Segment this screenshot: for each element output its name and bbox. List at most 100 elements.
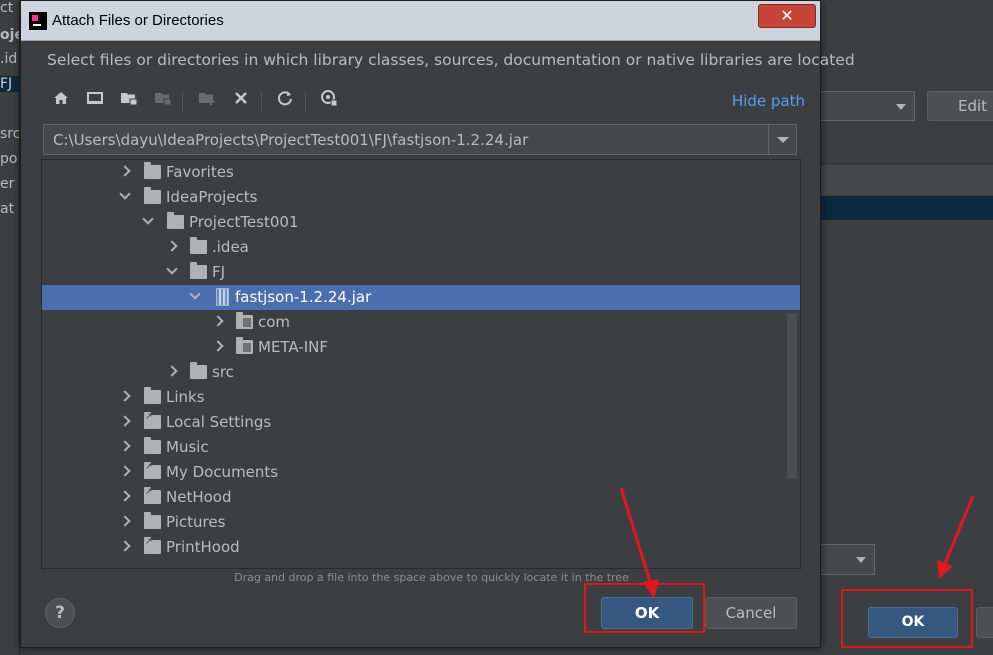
chevron-down-icon[interactable] [166, 266, 178, 278]
tree-row-label: .idea [212, 238, 249, 256]
path-combobox[interactable]: C:\Users\dayu\IdeaProjects\ProjectTest00… [43, 124, 797, 155]
tree-row[interactable]: com [42, 310, 800, 335]
background-cancel-button [976, 607, 993, 638]
file-tree[interactable]: Favorites IdeaProjects ProjectTest001 .i… [41, 159, 801, 569]
tree-row-label: Pictures [166, 513, 226, 531]
bg-fragment: po [0, 151, 18, 167]
bg-fragment: oje [0, 27, 19, 43]
tree-row-label: PrintHood [166, 538, 240, 556]
tree-row[interactable]: Music [42, 435, 800, 460]
tree-row-label: ProjectTest001 [189, 213, 299, 231]
tree-row[interactable]: FJ [42, 260, 800, 285]
chevron-right-icon[interactable] [119, 516, 131, 528]
home-icon[interactable] [49, 89, 73, 113]
folder-link-icon [144, 537, 161, 554]
folder-icon [190, 237, 207, 254]
chevron-right-icon[interactable] [119, 166, 131, 178]
dialog-title: Attach Files or Directories [52, 12, 224, 29]
tree-row[interactable]: Local Settings [42, 410, 800, 435]
tree-row[interactable]: .idea [42, 235, 800, 260]
help-button[interactable]: ? [45, 598, 75, 628]
tree-row-label: com [258, 313, 291, 331]
folder-icon [144, 187, 161, 204]
background-table-header [820, 165, 993, 195]
chevron-right-icon[interactable] [119, 466, 131, 478]
tree-row[interactable]: src [42, 360, 800, 385]
show-hidden-icon[interactable] [317, 89, 341, 113]
desktop-icon[interactable] [83, 89, 107, 113]
chevron-down-icon [896, 104, 906, 110]
background-section [820, 136, 993, 164]
dialog-titlebar[interactable]: Attach Files or Directories ✕ [21, 1, 820, 41]
bg-fragment: src [0, 126, 20, 142]
chevron-right-icon[interactable] [212, 316, 224, 328]
tree-row-label: NetHood [166, 488, 232, 506]
project-folder-icon[interactable] [117, 89, 141, 113]
tree-row-selected[interactable]: fastjson-1.2.24.jar [42, 285, 800, 310]
attach-files-dialog: Attach Files or Directories ✕ Select fil… [20, 0, 855, 648]
path-input[interactable]: C:\Users\dayu\IdeaProjects\ProjectTest00… [53, 131, 528, 149]
module-folder-icon [151, 89, 175, 113]
tree-row[interactable]: PrintHood [42, 535, 800, 560]
chevron-down-icon[interactable] [189, 291, 201, 303]
tree-row[interactable]: Favorites [42, 160, 800, 185]
bg-fragment: at [0, 201, 15, 217]
folder-icon [144, 387, 161, 404]
tree-row[interactable]: Pictures [42, 510, 800, 535]
toolbar-separator [182, 92, 183, 112]
folder-link-icon [144, 462, 161, 479]
chevron-down-icon[interactable] [142, 216, 154, 228]
tree-row[interactable]: ProjectTest001 [42, 210, 800, 235]
bg-fragment: .id [0, 51, 18, 67]
chevron-right-icon[interactable] [119, 416, 131, 428]
folder-icon [190, 262, 207, 279]
file-chooser-toolbar: Hide path [45, 89, 805, 115]
chevron-down-icon [777, 137, 789, 143]
background-selected-row [820, 196, 993, 220]
hide-path-link[interactable]: Hide path [732, 92, 805, 110]
path-dropdown-button[interactable] [768, 125, 796, 154]
tree-row-label: Favorites [166, 163, 234, 181]
intellij-logo-icon [29, 12, 47, 30]
chevron-right-icon[interactable] [166, 366, 178, 378]
chevron-right-icon[interactable] [119, 441, 131, 453]
delete-icon[interactable] [229, 89, 253, 113]
background-ok-highlight-box [841, 589, 973, 648]
new-folder-icon [195, 89, 219, 113]
toolbar-separator [305, 92, 306, 112]
jar-icon [216, 288, 229, 306]
folder-link-icon [144, 487, 161, 504]
chevron-right-icon[interactable] [166, 241, 178, 253]
background-edit-button: Edit [927, 91, 993, 121]
tree-row[interactable]: IdeaProjects [42, 185, 800, 210]
tree-scrollbar[interactable] [787, 313, 797, 479]
folder-icon [144, 437, 161, 454]
tree-row[interactable]: META-INF [42, 335, 800, 360]
tree-row[interactable]: Links [42, 385, 800, 410]
chevron-right-icon[interactable] [119, 391, 131, 403]
ok-highlight-box [584, 583, 705, 633]
chevron-right-icon[interactable] [119, 541, 131, 553]
toolbar-separator [261, 92, 262, 112]
package-icon [236, 337, 253, 354]
chevron-right-icon[interactable] [212, 341, 224, 353]
tree-row-label: META-INF [258, 338, 329, 356]
tree-row-label: Links [166, 388, 205, 406]
tree-row-label: Music [166, 438, 209, 456]
bg-fragment-selected: FJ [0, 76, 19, 92]
folder-icon [144, 512, 161, 529]
folder-icon [167, 212, 184, 229]
chevron-down-icon[interactable] [119, 191, 131, 203]
background-combo-2 [820, 544, 875, 575]
tree-row[interactable]: NetHood [42, 485, 800, 510]
background-combo [820, 91, 915, 121]
tree-row-label: My Documents [166, 463, 279, 481]
tree-row-label: Local Settings [166, 413, 272, 431]
refresh-icon[interactable] [273, 89, 297, 113]
cancel-button[interactable]: Cancel [705, 597, 797, 629]
close-button[interactable]: ✕ [758, 4, 816, 28]
package-icon [236, 312, 253, 329]
chevron-right-icon[interactable] [119, 491, 131, 503]
chevron-down-icon [856, 557, 866, 563]
tree-row[interactable]: My Documents [42, 460, 800, 485]
